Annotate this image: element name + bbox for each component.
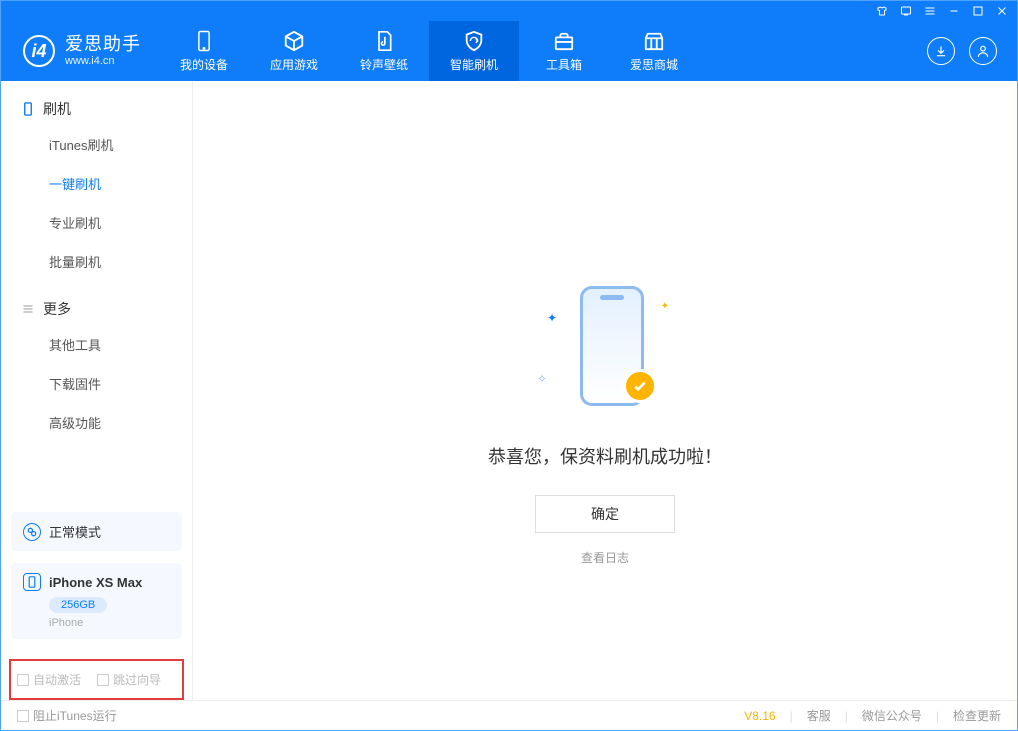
refresh-shield-icon [463, 30, 485, 52]
checkbox-auto-activate[interactable]: 自动激活 [17, 671, 81, 688]
brand[interactable]: i4 爱思助手 www.i4.cn [1, 35, 159, 67]
close-icon[interactable] [995, 4, 1009, 18]
link-check-update[interactable]: 检查更新 [953, 707, 1001, 724]
nav-my-device[interactable]: 我的设备 [159, 21, 249, 81]
download-button[interactable] [927, 37, 955, 65]
device-small-icon [23, 573, 41, 591]
nav-label: 应用游戏 [270, 56, 318, 73]
toolbox-icon [553, 30, 575, 52]
confirm-button[interactable]: 确定 [535, 495, 675, 533]
sidebar-item-one-click-flash[interactable]: 一键刷机 [1, 164, 192, 203]
checkbox-icon [17, 674, 29, 686]
titlebar [1, 1, 1017, 21]
nav-items: 我的设备 应用游戏 铃声壁纸 智能刷机 工具箱 爱思商城 [159, 21, 699, 81]
store-icon [643, 30, 665, 52]
sidebar-group-flash: 刷机 [1, 81, 192, 125]
version-label: V8.16 [744, 709, 775, 723]
device-capacity: 256GB [49, 597, 107, 613]
nav-store[interactable]: 爱思商城 [609, 21, 699, 81]
device-name: iPhone XS Max [49, 575, 142, 590]
sidebar-group-more: 更多 [1, 281, 192, 325]
nav-label: 铃声壁纸 [360, 56, 408, 73]
link-wechat[interactable]: 微信公众号 [862, 707, 922, 724]
tshirt-icon[interactable] [875, 4, 889, 18]
nav-ringtone-wallpaper[interactable]: 铃声壁纸 [339, 21, 429, 81]
sidebar-item-pro-flash[interactable]: 专业刷机 [1, 203, 192, 242]
nav-label: 工具箱 [546, 56, 582, 73]
sparkle-icon: ✦ [547, 311, 557, 325]
maximize-icon[interactable] [971, 4, 985, 18]
device-icon [193, 30, 215, 52]
more-icon [21, 302, 35, 316]
group-title: 刷机 [43, 99, 71, 119]
brand-title: 爱思助手 [65, 35, 141, 55]
success-message: 恭喜您，保资料刷机成功啦！ [488, 443, 722, 469]
device-card[interactable]: iPhone XS Max 256GB iPhone [11, 563, 182, 639]
nav-right [927, 37, 1017, 65]
mode-icon [23, 523, 41, 541]
mode-label: 正常模式 [49, 522, 101, 541]
nav-label: 我的设备 [180, 56, 228, 73]
menu-icon[interactable] [923, 4, 937, 18]
nav-label: 爱思商城 [630, 56, 678, 73]
group-title: 更多 [43, 299, 71, 319]
checkbox-skip-guide[interactable]: 跳过向导 [97, 671, 161, 688]
brand-text: 爱思助手 www.i4.cn [65, 35, 141, 67]
checkbox-label: 跳过向导 [113, 671, 161, 688]
phone-small-icon [21, 102, 35, 116]
feedback-icon[interactable] [899, 4, 913, 18]
checkbox-icon [17, 710, 29, 722]
nav-smart-flash[interactable]: 智能刷机 [429, 21, 519, 81]
sparkle-icon: ✧ [537, 372, 547, 386]
sidebar: 刷机 iTunes刷机 一键刷机 专业刷机 批量刷机 更多 其他工具 下载固件 … [1, 81, 193, 700]
nav-label: 智能刷机 [450, 56, 498, 73]
checkbox-block-itunes[interactable]: 阻止iTunes运行 [17, 707, 117, 724]
main-content: ✦ ✧ ✦ 恭喜您，保资料刷机成功啦！ 确定 查看日志 [193, 81, 1017, 700]
brand-subtitle: www.i4.cn [65, 55, 141, 67]
check-badge-icon [623, 369, 657, 403]
success-illustration: ✦ ✧ ✦ [535, 281, 675, 421]
sidebar-item-batch-flash[interactable]: 批量刷机 [1, 242, 192, 281]
view-log-link[interactable]: 查看日志 [581, 549, 629, 566]
sidebar-item-download-firmware[interactable]: 下载固件 [1, 364, 192, 403]
top-nav: i4 爱思助手 www.i4.cn 我的设备 应用游戏 铃声壁纸 智能刷机 [1, 21, 1017, 81]
highlighted-options: 自动激活 跳过向导 [9, 659, 184, 700]
checkbox-label: 阻止iTunes运行 [33, 707, 117, 724]
user-button[interactable] [969, 37, 997, 65]
cube-icon [283, 30, 305, 52]
checkbox-label: 自动激活 [33, 671, 81, 688]
sidebar-item-itunes-flash[interactable]: iTunes刷机 [1, 125, 192, 164]
statusbar: 阻止iTunes运行 V8.16 | 客服 | 微信公众号 | 检查更新 [1, 700, 1017, 730]
sparkle-icon: ✦ [661, 301, 669, 312]
link-customer-service[interactable]: 客服 [807, 707, 831, 724]
sidebar-item-advanced[interactable]: 高级功能 [1, 403, 192, 442]
device-type: iPhone [49, 617, 170, 629]
music-file-icon [373, 30, 395, 52]
sidebar-item-other-tools[interactable]: 其他工具 [1, 325, 192, 364]
nav-apps-games[interactable]: 应用游戏 [249, 21, 339, 81]
checkbox-icon [97, 674, 109, 686]
mode-card[interactable]: 正常模式 [11, 512, 182, 551]
brand-logo-icon: i4 [23, 35, 55, 67]
minimize-icon[interactable] [947, 4, 961, 18]
nav-toolbox[interactable]: 工具箱 [519, 21, 609, 81]
